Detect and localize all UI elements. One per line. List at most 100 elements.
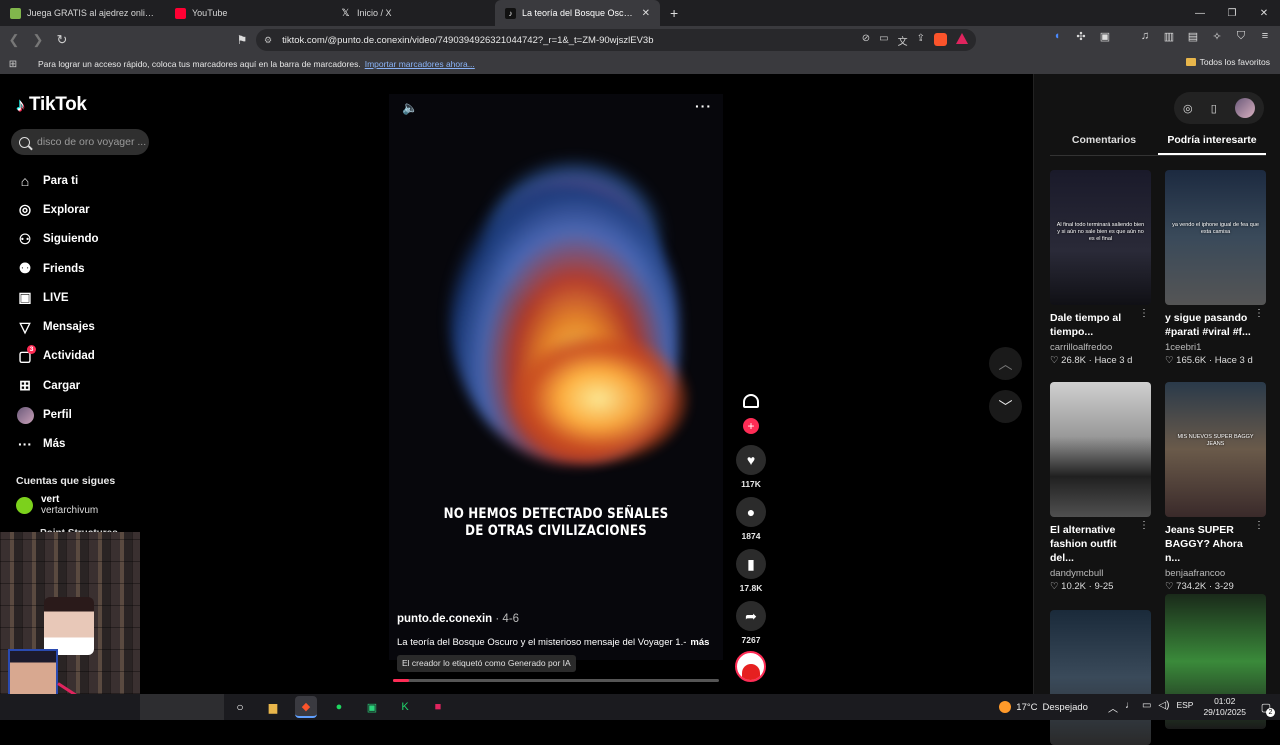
sidebar-item-actividad[interactable]: ▢ 3 Actividad xyxy=(16,342,99,371)
vpn-icon[interactable]: ⛉ xyxy=(1234,30,1248,43)
card-username[interactable]: benjaafrancoo xyxy=(1165,568,1266,579)
whatsapp-desktop-icon[interactable]: ▣ xyxy=(361,696,383,718)
leo-ai-icon[interactable]: ✧ xyxy=(1210,30,1224,43)
tab-youtube[interactable]: YouTube xyxy=(165,0,330,26)
recommended-video-card[interactable]: MIS NUEVOS SUPER BAGGY JEANS Jeans SUPER … xyxy=(1165,382,1266,592)
card-username[interactable]: dandymcbull xyxy=(1050,568,1151,579)
tab-comentarios[interactable]: Comentarios xyxy=(1050,134,1158,155)
bookmark-icon[interactable]: ▮ xyxy=(736,549,766,579)
follow-plus-icon[interactable]: + xyxy=(743,418,759,434)
language-indicator[interactable]: ESP xyxy=(1176,700,1193,715)
all-favorites-button[interactable]: Todos los favoritos xyxy=(1185,57,1270,67)
sidebar-item-explorar[interactable]: ◎ Explorar xyxy=(16,195,99,224)
video-thumbnail[interactable]: Al final todo terminará saliendo bien y … xyxy=(1050,170,1151,305)
recommended-video-card[interactable]: Al final todo terminará saliendo bien y … xyxy=(1050,170,1151,366)
clock[interactable]: 01:02 29/10/2025 xyxy=(1203,696,1246,718)
app-icon[interactable]: ■ xyxy=(427,696,449,718)
next-video-button[interactable]: ﹀ xyxy=(989,390,1022,423)
volume-icon[interactable]: ◁) xyxy=(1158,700,1169,715)
restore-icon[interactable]: ❐ xyxy=(1216,0,1248,26)
chevron-up-icon[interactable]: ︿ xyxy=(1108,700,1118,715)
share-arrow-icon[interactable]: ➦ xyxy=(736,601,766,631)
sidebar-item-cargar[interactable]: ⊞ Cargar xyxy=(16,371,99,400)
heart-icon[interactable]: ♥ xyxy=(736,445,766,475)
recommended-video-card[interactable] xyxy=(1050,610,1151,745)
video-progress-bar[interactable] xyxy=(393,679,719,682)
sidebar-item-friends[interactable]: ⚉ Friends xyxy=(16,254,99,283)
card-username[interactable]: 1ceebri1 xyxy=(1165,342,1266,353)
video-player[interactable]: NO HEMOS DETECTADO SEÑALES DE OTRAS CIVI… xyxy=(389,94,723,660)
sidebar-item-para-ti[interactable]: ⌂ Para ti xyxy=(16,166,99,195)
card-title[interactable]: Jeans SUPER BAGGY? Ahora n... xyxy=(1165,523,1253,565)
sidebar-item-live[interactable]: ▣ LIVE xyxy=(16,283,99,312)
address-bar[interactable]: ⚙ tiktok.com/@punto.de.conexin/video/749… xyxy=(256,29,976,51)
more-options-icon[interactable]: ··· xyxy=(695,98,712,114)
recommended-video-card[interactable]: ya vendo el iphone igual de fea que esta… xyxy=(1165,170,1266,366)
screenshot-icon[interactable]: ▣ xyxy=(1098,30,1112,43)
apps-grid-icon[interactable]: ⊞ xyxy=(0,59,26,70)
more-options-icon[interactable]: ⋮ xyxy=(1139,308,1149,319)
video-thumbnail[interactable] xyxy=(1050,382,1151,517)
search-input[interactable] xyxy=(37,136,147,148)
reload-icon[interactable]: ↻ xyxy=(52,30,72,50)
more-options-icon[interactable]: ⋮ xyxy=(1139,520,1149,531)
comment-icon[interactable]: ● xyxy=(736,497,766,527)
creator-avatar[interactable]: + xyxy=(741,394,761,434)
video-thumbnail[interactable]: MIS NUEVOS SUPER BAGGY JEANS xyxy=(1165,382,1266,517)
sidebar-item-siguiendo[interactable]: ⚇ Siguiendo xyxy=(16,225,99,254)
share-icon[interactable]: ⇪ xyxy=(917,33,925,48)
menu-icon[interactable]: ≡ xyxy=(1258,30,1272,43)
sidebar-icon[interactable]: ▥ xyxy=(1162,30,1176,43)
video-thumbnail[interactable]: ya vendo el iphone igual de fea que esta… xyxy=(1165,170,1266,305)
minimize-icon[interactable]: — xyxy=(1184,0,1216,26)
card-title[interactable]: Dale tiempo al tiempo... xyxy=(1050,311,1138,339)
card-title[interactable]: y sigue pasando #parati #viral #f... xyxy=(1165,311,1253,339)
compass-icon[interactable]: ◎ xyxy=(1183,102,1193,115)
device-icon[interactable]: ▯ xyxy=(1211,102,1217,115)
following-account[interactable]: vert vertarchivum xyxy=(16,494,98,516)
microphone-icon[interactable]: ♩ xyxy=(1125,700,1135,715)
new-tab-button[interactable]: + xyxy=(670,0,678,26)
tab-x[interactable]: 𝕏 Inicio / X xyxy=(330,0,495,26)
tab-podria-interesarte[interactable]: Podría interesarte xyxy=(1158,134,1266,155)
volume-icon[interactable]: 🔈 xyxy=(402,100,418,116)
sidebar-item-mas[interactable]: ··· Más xyxy=(16,430,99,459)
more-link[interactable]: más xyxy=(690,637,709,648)
file-explorer-icon[interactable]: ▆ xyxy=(262,696,284,718)
brave-icon[interactable]: ◆ xyxy=(295,696,317,718)
back-icon[interactable]: ❮ xyxy=(4,30,24,50)
recommended-video-card[interactable]: El alternative fashion outfit del... ⋮ dan… xyxy=(1050,382,1151,592)
video-thumbnail[interactable] xyxy=(1050,610,1151,745)
site-info-icon[interactable]: ⚙ xyxy=(264,35,272,46)
brave-shields-icon[interactable] xyxy=(934,32,947,46)
close-window-icon[interactable]: ✕ xyxy=(1248,0,1280,26)
eye-off-icon[interactable]: ⊘ xyxy=(862,33,870,48)
cast-icon[interactable]: ▭ xyxy=(879,33,888,48)
more-options-icon[interactable]: ⋮ xyxy=(1254,520,1264,531)
cortana-icon[interactable]: ○ xyxy=(229,696,251,718)
spotify-icon[interactable]: ● xyxy=(328,696,350,718)
close-tab-icon[interactable]: ✕ xyxy=(642,8,650,19)
music-disc-icon[interactable] xyxy=(735,651,766,682)
card-title[interactable]: El alternative fashion outfit del... xyxy=(1050,523,1138,565)
video-author[interactable]: punto.de.conexin · 4-6 xyxy=(397,613,519,625)
extensions-icon[interactable]: ✣ xyxy=(1074,30,1088,43)
forward-icon[interactable]: ❯ xyxy=(28,30,48,50)
translate-icon[interactable]: 文 xyxy=(898,33,908,48)
notification-center-icon[interactable]: ▢ 2 xyxy=(1256,697,1276,717)
speech-icon[interactable]: ◖ xyxy=(1050,30,1064,43)
bookmark-icon[interactable]: ⚑ xyxy=(232,30,252,50)
tiktok-logo[interactable]: ♪ TikTok xyxy=(16,94,87,116)
brave-rewards-icon[interactable] xyxy=(956,32,968,44)
tab-tiktok[interactable]: ♪ La teoría del Bosque Oscuro y su m ✕ xyxy=(495,0,660,26)
media-icon[interactable]: ♫ xyxy=(1138,30,1152,43)
avatar[interactable] xyxy=(1234,98,1255,118)
search-box[interactable] xyxy=(11,129,149,155)
wallet-icon[interactable]: ▤ xyxy=(1186,30,1200,43)
sidebar-item-perfil[interactable]: Perfil xyxy=(16,400,99,429)
card-username[interactable]: carrilloalfredoo xyxy=(1050,342,1151,353)
weather-widget[interactable]: 17°C Despejado xyxy=(999,701,1088,713)
sidebar-item-mensajes[interactable]: ▽ Mensajes xyxy=(16,312,99,341)
tab-chess[interactable]: Juega GRATIS al ajedrez online - Ajed xyxy=(0,0,165,26)
network-icon[interactable]: ▭ xyxy=(1142,700,1151,715)
